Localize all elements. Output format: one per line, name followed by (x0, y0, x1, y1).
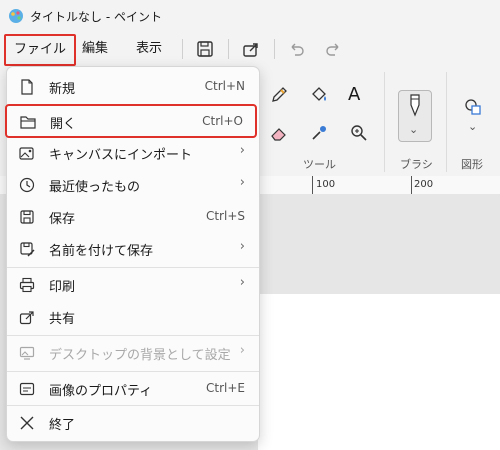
ruler-tick (411, 176, 412, 194)
text-tool-icon[interactable]: A (348, 84, 360, 105)
fill-bucket-icon[interactable] (308, 84, 330, 106)
printer-icon (19, 277, 35, 293)
drawing-canvas[interactable] (258, 294, 500, 450)
import-image-icon (19, 147, 34, 160)
share-icon[interactable] (240, 38, 262, 60)
menu-divider (7, 335, 259, 336)
close-icon (20, 416, 34, 430)
shortcut-text: Ctrl+N (204, 79, 245, 93)
menu-item-label: 保存 (49, 212, 76, 227)
window-title: タイトルなし - ペイント (30, 10, 162, 24)
menu-item-save[interactable]: 保存 Ctrl+S (7, 201, 259, 233)
menu-item-image-properties[interactable]: 画像のプロパティ Ctrl+E (7, 373, 259, 405)
shortcut-text: Ctrl+S (205, 209, 245, 223)
menu-item-share[interactable]: 共有 (7, 301, 259, 333)
menu-item-print[interactable]: 印刷 › (7, 269, 259, 301)
submenu-arrow-icon: › (239, 175, 245, 190)
submenu-arrow-icon: › (239, 343, 245, 358)
save-icon[interactable] (194, 38, 216, 60)
menu-separator (228, 39, 229, 59)
menu-item-label: 開く (50, 117, 77, 132)
menu-item-new[interactable]: 新規 Ctrl+N (7, 71, 259, 103)
shapes-group-label: 図形 (461, 158, 483, 171)
menu-item-set-as-desktop-background: デスクトップの背景として設定 › (7, 337, 259, 369)
file-menu-dropdown: 新規 Ctrl+N 開く Ctrl+O キャンバスにインポート › 最近使ったも… (5, 66, 260, 442)
menu-divider (7, 267, 259, 268)
submenu-arrow-icon: › (239, 143, 245, 158)
color-picker-icon[interactable] (308, 122, 330, 144)
ruler-mark: 100 (316, 179, 336, 190)
file-menu-button[interactable]: ファイル (4, 34, 77, 66)
menu-item-label: 印刷 (49, 280, 76, 295)
undo-icon[interactable] (285, 38, 307, 60)
share-icon (19, 311, 34, 325)
ruler-tick (312, 176, 313, 194)
clock-icon (19, 177, 35, 193)
brush-icon (410, 94, 420, 117)
menu-item-exit[interactable]: 終了 (7, 407, 259, 439)
ribbon-separator (384, 72, 385, 172)
menu-separator (182, 39, 183, 59)
menu-item-label: デスクトップの背景として設定 (49, 348, 231, 363)
menu-divider (7, 371, 259, 372)
edit-menu-button[interactable]: 編集 (76, 37, 114, 61)
menu-item-label: 新規 (49, 82, 76, 97)
shapes-icon[interactable] (462, 96, 484, 118)
magnifier-icon[interactable] (348, 122, 370, 144)
pencil-icon[interactable] (268, 84, 290, 106)
menu-item-label: 名前を付けて保存 (49, 244, 154, 259)
menu-item-import-to-canvas[interactable]: キャンバスにインポート › (7, 137, 259, 169)
menu-item-open[interactable]: 開く Ctrl+O (5, 104, 257, 138)
chevron-down-icon: ⌄ (409, 123, 419, 136)
eraser-icon[interactable] (268, 122, 290, 144)
view-menu-button[interactable]: 表示 (130, 37, 168, 61)
submenu-arrow-icon: › (239, 239, 245, 254)
menu-bar: ファイル 編集 表示 (0, 32, 500, 66)
wallpaper-icon (19, 346, 35, 360)
menu-divider (7, 405, 259, 406)
save-icon (20, 210, 34, 224)
menu-item-label: キャンバスにインポート (49, 148, 193, 163)
shortcut-text: Ctrl+O (202, 114, 243, 128)
submenu-arrow-icon: › (239, 275, 245, 290)
save-as-icon (20, 242, 35, 257)
new-file-icon (21, 79, 33, 95)
menu-item-label: 最近使ったもの (49, 180, 141, 195)
menu-item-label: 画像のプロパティ (49, 384, 153, 399)
ruler-mark: 200 (414, 179, 434, 190)
tools-group-label: ツール (303, 158, 336, 171)
menu-item-label: 終了 (49, 418, 76, 433)
ribbon-separator (446, 72, 447, 172)
properties-icon (19, 382, 35, 396)
title-bar: タイトルなし - ペイント (0, 0, 500, 32)
folder-icon (20, 116, 36, 129)
menu-item-save-as[interactable]: 名前を付けて保存 › (7, 233, 259, 265)
shortcut-text: Ctrl+E (206, 381, 245, 395)
chevron-down-icon[interactable]: ⌄ (468, 120, 477, 133)
redo-icon[interactable] (323, 38, 345, 60)
paint-app-icon (9, 9, 23, 23)
brush-button[interactable]: ⌄ (398, 90, 432, 142)
brush-group-label: ブラシ (400, 158, 433, 171)
menu-item-recent[interactable]: 最近使ったもの › (7, 169, 259, 201)
menu-item-label: 共有 (49, 312, 76, 327)
menu-separator (274, 39, 275, 59)
